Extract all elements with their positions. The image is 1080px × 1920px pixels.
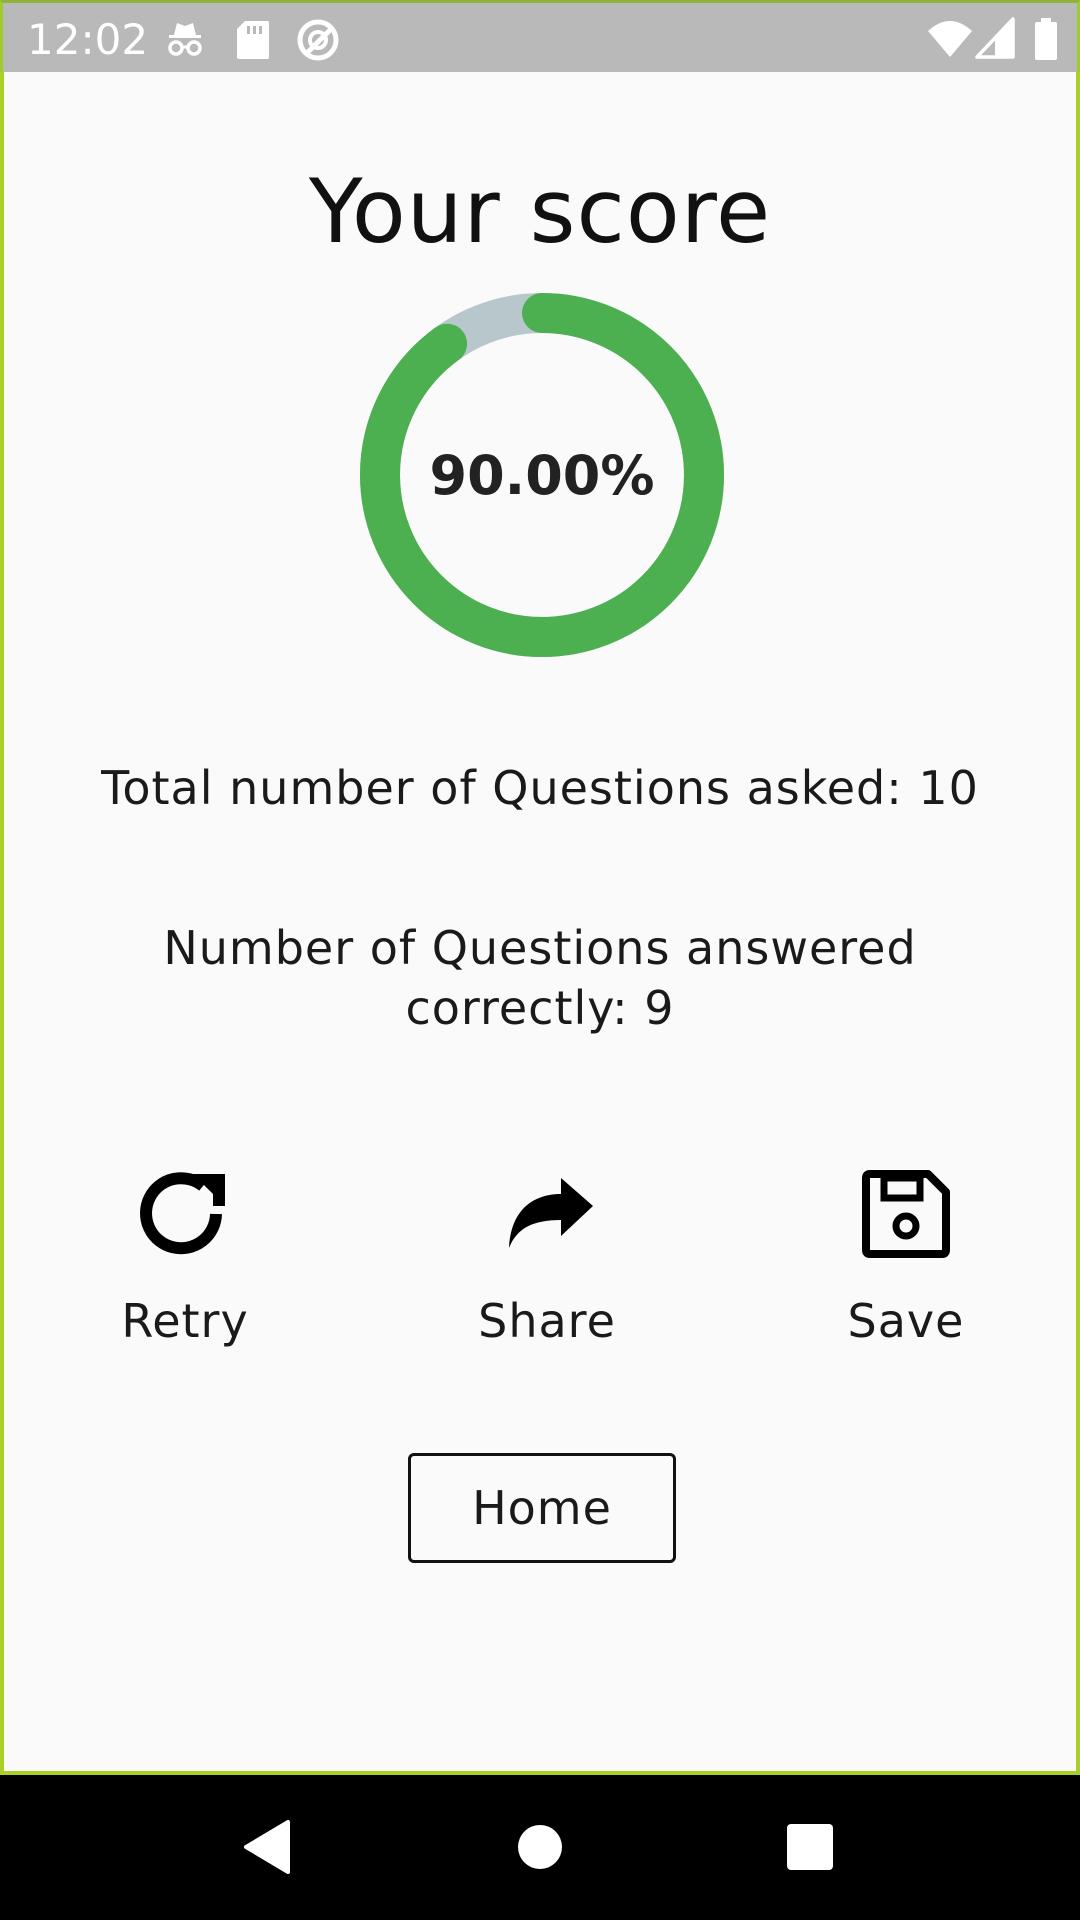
share-label: Share [478,1294,616,1348]
score-gauge: 90.00% [360,293,724,657]
wifi-icon [927,17,973,66]
status-bar: 12:02 [0,0,1080,72]
navigation-bar [0,1775,1080,1920]
score-percent: 90.00% [429,443,655,507]
recents-icon[interactable] [775,1812,845,1882]
share-button[interactable]: Share [427,1162,667,1362]
home-circle-icon[interactable] [505,1812,575,1882]
sd-card-icon [235,17,271,66]
retry-button[interactable]: Retry [65,1162,305,1362]
retry-label: Retry [121,1294,249,1348]
page-title: Your score [308,160,772,263]
correct-answers-text: Number of Questions answered correctly: … [163,921,917,1035]
save-button[interactable]: Save [786,1162,1026,1362]
share-icon [499,1166,595,1262]
home-button[interactable]: Home [408,1453,676,1563]
battery-icon [1033,17,1059,66]
back-icon[interactable] [232,1812,302,1882]
save-label: Save [847,1294,965,1348]
total-questions-text: Total number of Questions asked: 10 [101,761,979,815]
sync-blocked-icon [295,17,341,68]
signal-icon [975,17,1015,66]
redo-icon [137,1166,233,1262]
save-icon [858,1166,954,1262]
status-time: 12:02 [27,15,149,64]
incognito-icon [163,17,207,66]
score-screen: Your score 90.00% Total number of Questi… [0,72,1080,1775]
